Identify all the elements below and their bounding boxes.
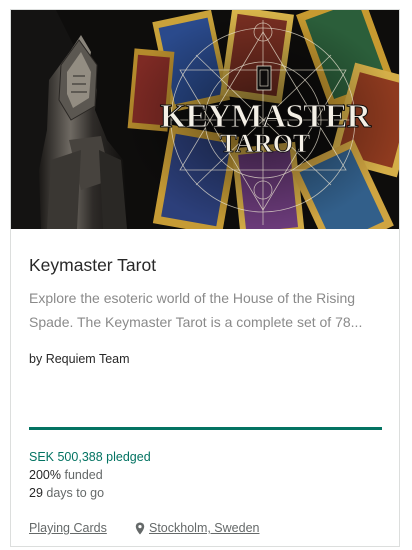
funding-progress-fill bbox=[29, 427, 382, 430]
project-image-link[interactable]: KEYMASTER TAROT bbox=[11, 10, 399, 229]
location-label: Stockholm, Sweden bbox=[149, 521, 260, 535]
blurb-line-2: Spade. The Keymaster Tarot is a complete… bbox=[29, 314, 363, 330]
project-card: KEYMASTER TAROT Keymaster Tarot Explore … bbox=[10, 9, 400, 547]
creator-link[interactable]: Requiem Team bbox=[46, 352, 130, 366]
percent-funded-label: funded bbox=[64, 468, 103, 482]
category-link[interactable]: Playing Cards bbox=[29, 521, 107, 535]
map-pin-icon bbox=[135, 522, 145, 534]
project-blurb: Explore the esoteric world of the House … bbox=[29, 286, 384, 334]
days-left-stat: 29 days to go bbox=[29, 486, 104, 500]
percent-funded-value: 200% bbox=[29, 468, 61, 482]
creator-prefix: by bbox=[29, 352, 43, 366]
project-image: KEYMASTER TAROT bbox=[11, 10, 399, 229]
logo-line-2: TAROT bbox=[220, 129, 311, 158]
funding-progress-bar bbox=[29, 427, 382, 430]
pledged-label: pledged bbox=[106, 450, 151, 464]
blurb-line-1: Explore the esoteric world of the House … bbox=[29, 290, 356, 306]
days-left-value: 29 bbox=[29, 486, 43, 500]
location-link[interactable]: Stockholm, Sweden bbox=[135, 521, 259, 535]
pledged-stat: SEK 500,388 pledged bbox=[29, 450, 151, 464]
creator-byline: by Requiem Team bbox=[29, 352, 130, 366]
pledged-amount: SEK 500,388 bbox=[29, 450, 103, 464]
days-left-label: days to go bbox=[46, 486, 105, 500]
project-title-link[interactable]: Keymaster Tarot bbox=[29, 255, 156, 276]
percent-funded-stat: 200% funded bbox=[29, 468, 103, 482]
